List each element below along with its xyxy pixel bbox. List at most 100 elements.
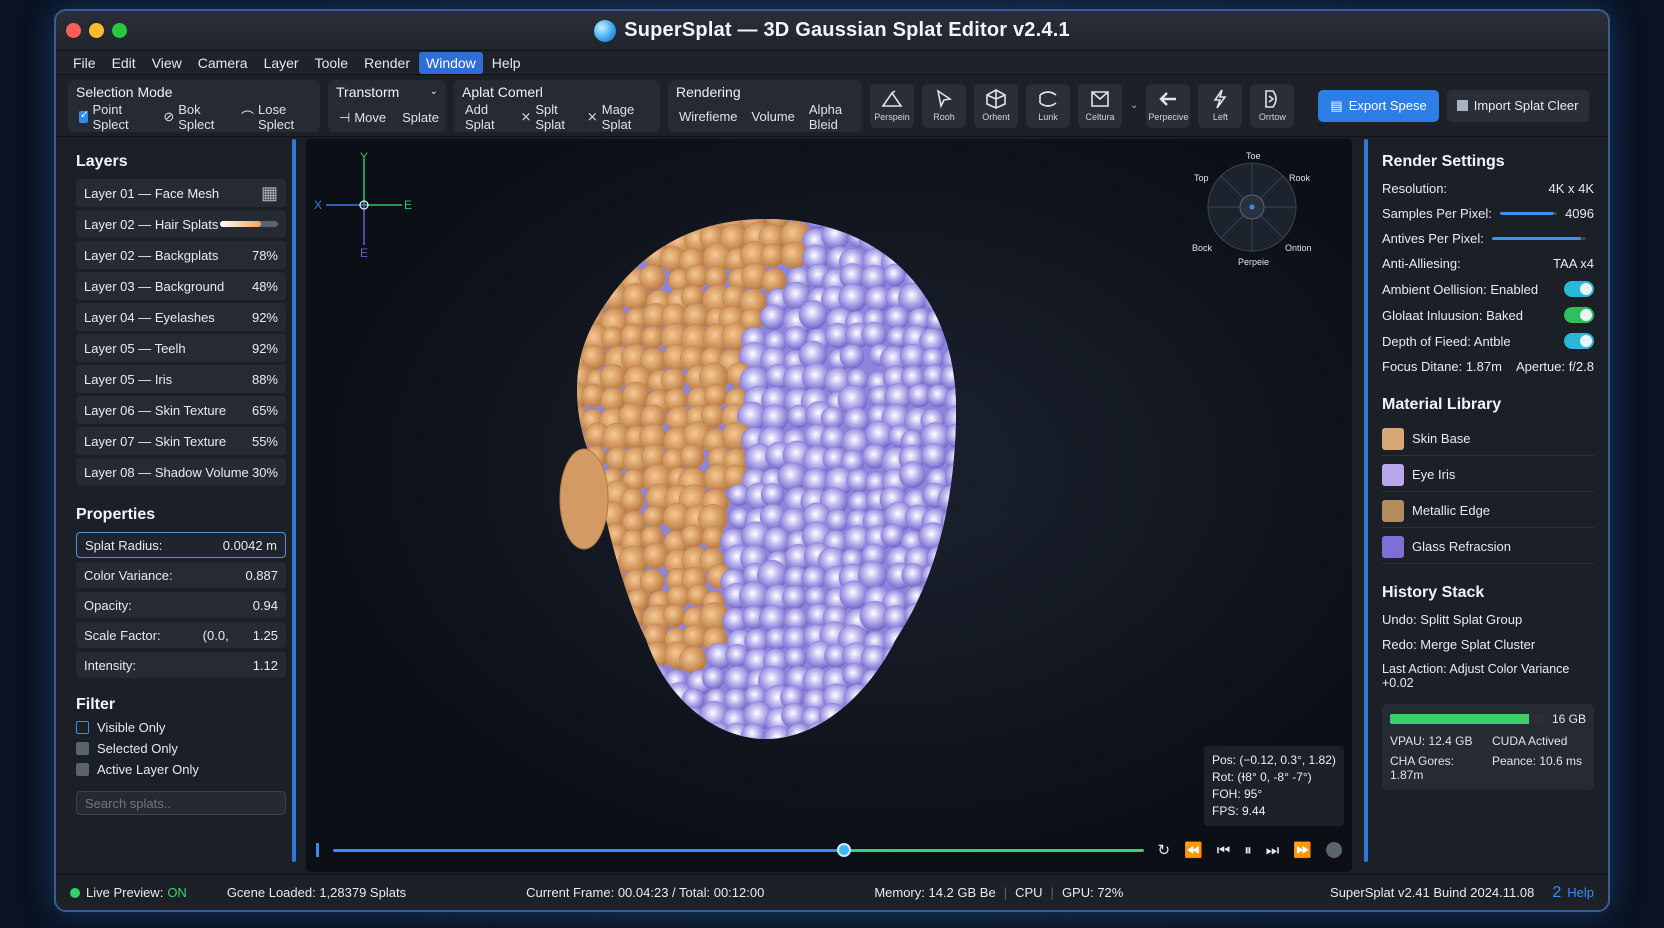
split-splat-button[interactable]: ⨯ Splt Splat bbox=[517, 100, 577, 134]
pause-icon[interactable]: ⏸ bbox=[1244, 842, 1252, 859]
lasso-select-button[interactable]: ⌒ Lose Splect bbox=[238, 100, 312, 134]
filter-visible-only[interactable]: Visible Only bbox=[76, 720, 286, 735]
axis-gizmo[interactable]: Y X E E bbox=[312, 149, 412, 259]
navigation-cube[interactable]: Toe Top Rook Bock Ontion Perpeie bbox=[1192, 147, 1312, 267]
layers-list: Layer 01 — Face Mesh ▦ Layer 02 — Hair Spl… bbox=[76, 179, 286, 486]
resolution-row[interactable]: Resolution: 4K x 4K bbox=[1382, 181, 1594, 196]
filter-active-layer-only[interactable]: Active Layer Only bbox=[76, 762, 286, 777]
layer-row[interactable]: Layer 06 — Skin Texture 65% bbox=[76, 396, 286, 424]
layer-row[interactable]: Layer 01 — Face Mesh ▦ bbox=[76, 179, 286, 207]
loop-icon[interactable]: ↻ bbox=[1158, 841, 1171, 859]
antives-slider[interactable] bbox=[1491, 237, 1586, 240]
anti-aliasing-row[interactable]: Anti-Alliesing: TAA x4 bbox=[1382, 256, 1594, 271]
menu-edit[interactable]: Edit bbox=[105, 52, 143, 74]
layer-row[interactable]: Layer 04 — Eyelashes 92% bbox=[76, 303, 286, 331]
material-item[interactable]: Skin Base bbox=[1382, 422, 1594, 456]
global-illumination-toggle[interactable] bbox=[1564, 307, 1594, 323]
layer-row[interactable]: Layer 05 — Teelh 92% bbox=[76, 334, 286, 362]
property-row[interactable]: Intensity: 1.12 bbox=[76, 652, 286, 678]
alpha-blend-button[interactable]: Alpha Bleid bbox=[806, 100, 854, 134]
chevron-down-icon[interactable]: ⌄ bbox=[430, 86, 438, 97]
rewind-icon[interactable]: ⏪ bbox=[1184, 841, 1203, 859]
step-forward-icon[interactable]: ⏭ bbox=[1266, 842, 1280, 859]
history-undo[interactable]: Undo: Splitt Splat Group bbox=[1382, 612, 1594, 627]
merge-splat-button[interactable]: ⨯ Mage Splat bbox=[584, 100, 652, 134]
timeline-track[interactable] bbox=[333, 842, 1144, 857]
lunk-view-button[interactable]: Lunk bbox=[1026, 83, 1070, 128]
property-row[interactable]: Opacity: 0.94 bbox=[76, 592, 286, 618]
layer-row[interactable]: Layer 03 — Background 48% bbox=[76, 272, 286, 300]
cuda-status: CUDA Actived bbox=[1492, 734, 1568, 748]
step-back-icon[interactable]: ⏮ bbox=[1217, 842, 1231, 859]
layer-row[interactable]: Layer 07 — Skin Texture 55% bbox=[76, 427, 286, 455]
chevron-down-icon[interactable]: ⌄ bbox=[1130, 100, 1138, 111]
splate-button[interactable]: Splate bbox=[399, 108, 442, 127]
wireframe-button[interactable]: Wirefieme bbox=[676, 107, 741, 126]
orient-view-button[interactable]: Orhent bbox=[974, 83, 1018, 128]
search-input[interactable] bbox=[76, 791, 286, 815]
fast-forward-icon[interactable]: ⏩ bbox=[1293, 841, 1312, 859]
import-button[interactable]: Import Splat Cleer bbox=[1446, 89, 1589, 122]
layer-row[interactable]: Layer 02 — Backgplats 78% bbox=[76, 241, 286, 269]
gpu-memory-card: 16 GB VPAU: 12.4 GB CUDA Actived CHA Gor… bbox=[1382, 704, 1594, 790]
3d-viewport[interactable]: Y X E E Toe Top Rook Bock Ontion Perpeie bbox=[306, 139, 1352, 872]
merge-icon: ⨯ bbox=[586, 108, 598, 124]
ambient-occlusion-toggle[interactable] bbox=[1564, 281, 1594, 297]
link-icon bbox=[1039, 91, 1057, 107]
timeline-handle[interactable] bbox=[836, 842, 851, 857]
menu-view[interactable]: View bbox=[145, 52, 189, 74]
samples-slider[interactable] bbox=[1499, 212, 1558, 215]
perspective-view-button[interactable]: Perspein bbox=[870, 83, 914, 128]
live-preview-state[interactable]: ON bbox=[167, 885, 187, 900]
camera-position: Pos: (−0.12, 0.3°, 1.82) bbox=[1212, 753, 1336, 767]
nav-top-right-label[interactable]: Rook bbox=[1289, 173, 1311, 183]
box-select-button[interactable]: ⊘ Bok Splect bbox=[160, 100, 228, 134]
property-row[interactable]: Color Variance: 0.887 bbox=[76, 562, 286, 588]
close-button[interactable] bbox=[66, 23, 81, 38]
ortho-view-button[interactable]: Orrtow bbox=[1250, 83, 1295, 128]
property-row[interactable]: Scale Factor: (0.0, 1.25 bbox=[76, 622, 286, 648]
left-view-button[interactable]: Left bbox=[1198, 83, 1243, 128]
property-row[interactable]: Splat Radius: 0.0042 m bbox=[76, 532, 286, 558]
menu-layer[interactable]: Layer bbox=[257, 52, 306, 74]
material-item[interactable]: Glass Refracsion bbox=[1382, 530, 1594, 564]
minimize-button[interactable] bbox=[89, 23, 104, 38]
focus-distance[interactable]: Focus Ditane: 1.87m bbox=[1382, 359, 1502, 374]
perspective-arrow-button[interactable]: Perpecive bbox=[1146, 83, 1191, 128]
history-redo[interactable]: Redo: Merge Splat Cluster bbox=[1382, 637, 1594, 652]
mesh-grid-icon[interactable]: ▦ bbox=[261, 183, 278, 204]
nav-bottom-label[interactable]: Perpeie bbox=[1238, 257, 1269, 267]
depth-of-field-toggle[interactable] bbox=[1564, 333, 1594, 349]
nav-top-left-label[interactable]: Top bbox=[1194, 173, 1209, 183]
point-select-button[interactable]: Point Splect bbox=[76, 100, 150, 134]
nav-top-label[interactable]: Toe bbox=[1246, 151, 1261, 161]
move-button[interactable]: ⊣ Move bbox=[336, 108, 389, 128]
menu-help[interactable]: Help bbox=[485, 52, 528, 74]
layer-row[interactable]: Layer 05 — Iris 88% bbox=[76, 365, 286, 393]
aperture[interactable]: Apertue: f/2.8 bbox=[1516, 359, 1594, 374]
build-info: SuperSplat v2.41 Buind 2024.11.08 bbox=[1330, 885, 1535, 900]
menu-window[interactable]: Window bbox=[419, 51, 483, 74]
nav-bottom-left-label[interactable]: Bock bbox=[1192, 243, 1213, 253]
menu-render[interactable]: Render bbox=[357, 52, 417, 74]
material-item[interactable]: Eye Iris bbox=[1382, 458, 1594, 492]
menu-file[interactable]: File bbox=[66, 52, 103, 74]
menu-camera[interactable]: Camera bbox=[191, 52, 255, 74]
layer-row[interactable]: Layer 02 — Hair Splats bbox=[76, 210, 286, 238]
material-item[interactable]: Metallic Edge bbox=[1382, 494, 1594, 528]
maximize-button[interactable] bbox=[112, 23, 127, 38]
celtura-view-button[interactable]: Celtura bbox=[1078, 83, 1122, 128]
layer-row[interactable]: Layer 08 — Shadow Volume 30% bbox=[76, 458, 286, 486]
splat-head-model[interactable] bbox=[536, 199, 996, 759]
volume-button[interactable]: Volume bbox=[749, 107, 798, 126]
export-button[interactable]: ▤ Export Spese bbox=[1318, 89, 1439, 122]
record-icon[interactable] bbox=[1326, 842, 1342, 858]
toolbar: Selection Mode Point Splect ⊘Bok Splect … bbox=[56, 75, 1608, 137]
rooh-view-button[interactable]: Rooh bbox=[922, 83, 966, 128]
hair-splats-slider[interactable] bbox=[220, 221, 278, 227]
add-splat-button[interactable]: Add Splat bbox=[462, 100, 511, 134]
filter-selected-only[interactable]: Selected Only bbox=[76, 741, 286, 756]
nav-bottom-right-label[interactable]: Ontion bbox=[1285, 243, 1312, 253]
menu-toole[interactable]: Toole bbox=[308, 52, 355, 74]
help-link[interactable]: Help bbox=[1567, 885, 1594, 900]
